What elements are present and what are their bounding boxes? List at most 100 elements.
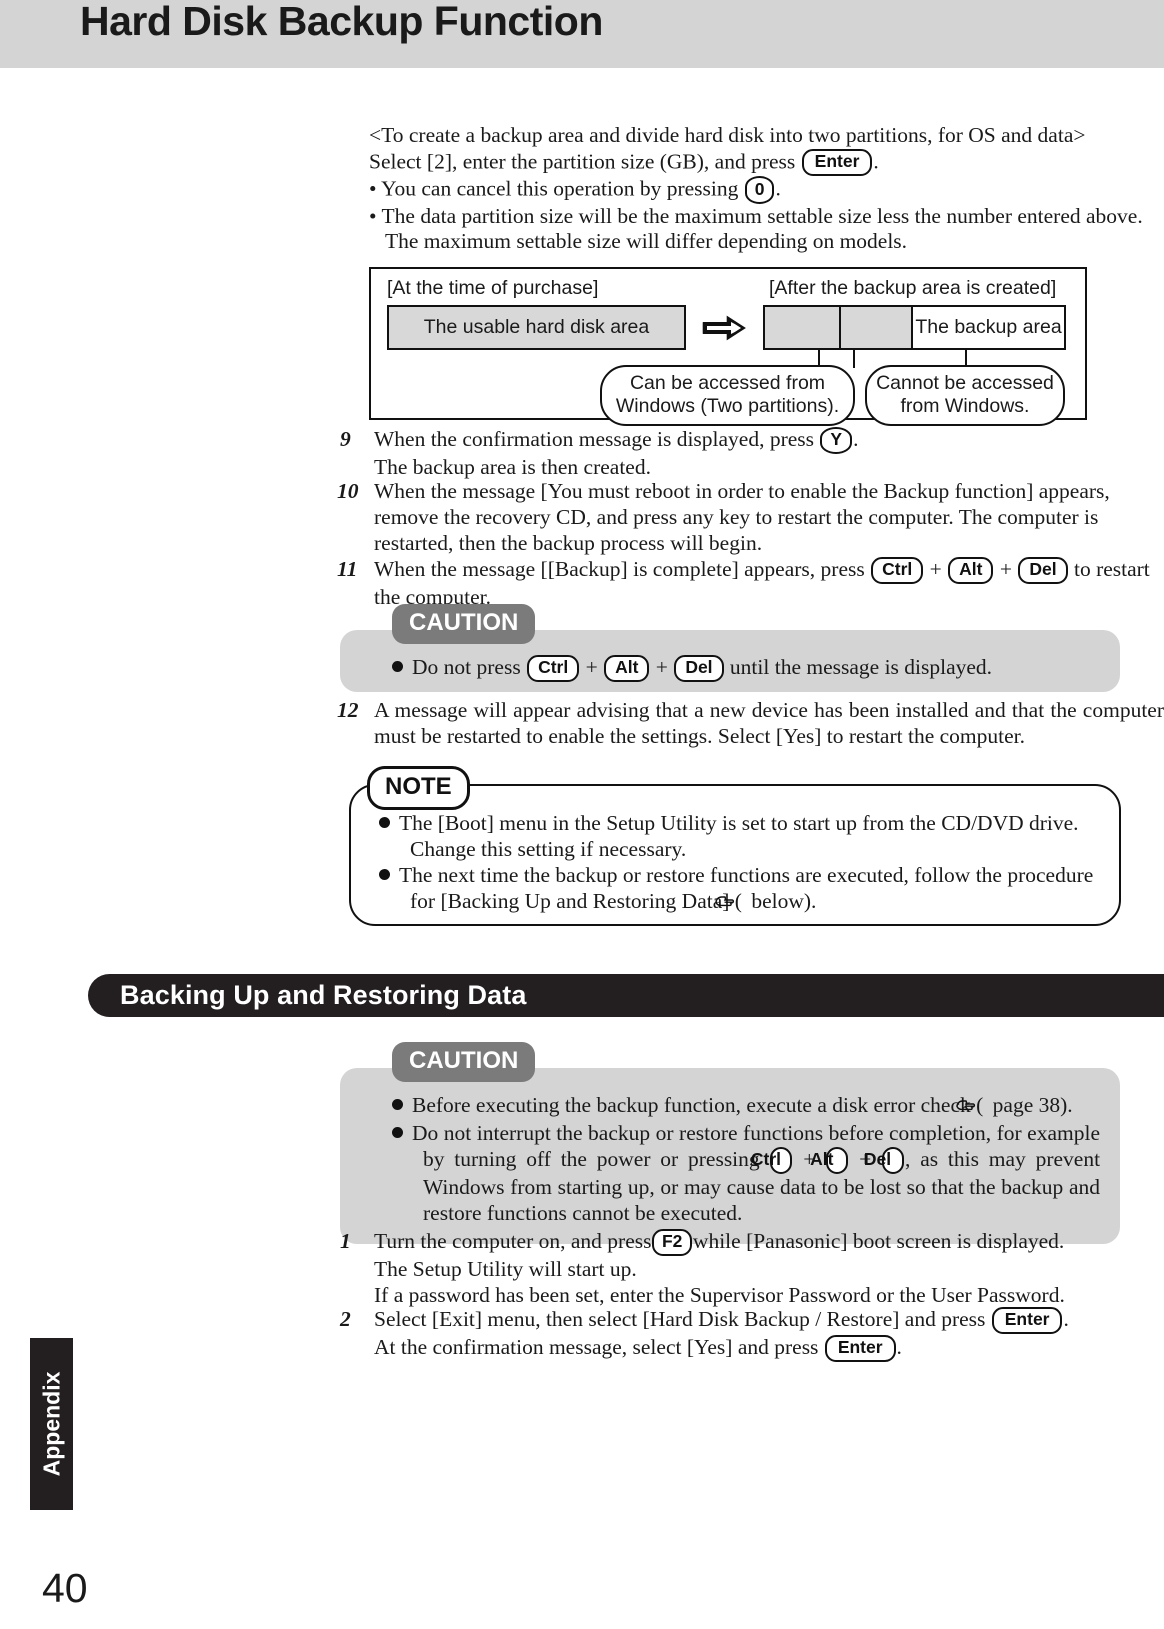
intro-line-1: <To create a backup area and divide hard…	[369, 123, 1086, 147]
step-9-number: 9	[340, 427, 351, 451]
step-9-period: .	[853, 427, 859, 451]
key-del[interactable]: Del	[864, 1146, 905, 1174]
key-zero[interactable]: 0	[744, 176, 775, 204]
plus-sign-1: +	[929, 557, 942, 581]
step-lower-1-line-1: Turn the computer on, and press F2 while […	[374, 1228, 1140, 1256]
step-9: 9 When the confirmation message is displ…	[340, 426, 1140, 480]
step-lower-2-body: Select [Exit] menu, then select [Hard Di…	[340, 1306, 1140, 1362]
step-lower-2-line-2: At the confirmation message, select [Yes…	[374, 1334, 1140, 1362]
callout-accessible-line-1: Can be accessed from	[629, 372, 826, 394]
step-lower-1-line-2: The Setup Utility will start up.	[374, 1257, 637, 1281]
step-10: 10 When the message [You must reboot in …	[337, 478, 1164, 556]
step-lower-1-number: 1	[340, 1229, 351, 1253]
partition-diagram: [At the time of purchase] [After the bac…	[369, 267, 1087, 426]
key-f2[interactable]: F2	[652, 1228, 692, 1256]
step-12-number: 12	[337, 698, 359, 722]
key-alt[interactable]: Alt	[810, 1146, 849, 1174]
callout-not-accessible-line-1: Cannot be accessed	[876, 372, 1054, 394]
intro-line-2-text: Select [2], enter the partition size (GB…	[369, 149, 796, 174]
key-ctrl[interactable]: Ctrl	[871, 556, 924, 584]
step-11-prefix: When the message [[Backup] is complete] …	[374, 557, 865, 581]
key-alt[interactable]: Alt	[604, 654, 650, 682]
caution-2-body: Before executing the backup function, ex…	[340, 1068, 1120, 1244]
key-ctrl[interactable]: Ctrl	[527, 654, 580, 682]
note-bullet-2-tail: below).	[745, 889, 817, 913]
diagram-label-before: [At the time of purchase]	[387, 277, 599, 299]
step-lower-2-suffix: .	[1063, 1307, 1069, 1331]
step-9-body: When the confirmation message is display…	[340, 426, 1140, 480]
key-enter[interactable]: Enter	[991, 1306, 1063, 1334]
step-12-body: A message will appear advising that a ne…	[374, 698, 1164, 748]
bullet-dot-icon	[392, 1127, 403, 1138]
step-lower-2-number: 2	[340, 1307, 351, 1331]
step-lower-1-line-3: If a password has been set, enter the Su…	[374, 1283, 1065, 1307]
appendix-side-tab-label: Appendix	[38, 1371, 64, 1477]
intro-line-2-period: .	[873, 149, 879, 174]
bullet-dot-icon	[379, 869, 390, 880]
intro-block: <To create a backup area and divide hard…	[369, 123, 1143, 255]
diagram-segment-backup-area: The backup area	[913, 307, 1064, 348]
key-enter[interactable]: Enter	[801, 148, 873, 177]
step-lower-2-line-2-suffix: .	[896, 1335, 902, 1359]
intro-bullet-1: • You can cancel this operation by press…	[369, 176, 1129, 204]
note-bullet-1: The [Boot] menu in the Setup Utility is …	[379, 810, 1097, 862]
key-del[interactable]: Del	[1018, 556, 1068, 584]
step-11-suffix: to restart	[1073, 557, 1150, 581]
key-del[interactable]: Del	[674, 654, 724, 682]
leader-line-partition-2	[853, 350, 856, 368]
note-label: NOTE	[367, 766, 470, 810]
diagram-backup-area-label: The backup area	[915, 316, 1062, 338]
step-10-number: 10	[337, 479, 359, 503]
callout-accessible-line-2: Windows (Two partitions).	[615, 395, 840, 417]
note-bullet-1-text: The [Boot] menu in the Setup Utility is …	[399, 811, 1079, 861]
step-11-line-1: When the message [[Backup] is complete] …	[374, 556, 1164, 584]
step-12: 12 A message will appear advising that a…	[337, 697, 1164, 749]
step-9-line-1: When the confirmation message is display…	[374, 426, 1140, 454]
caution-2-bullet-1-suffix: page 38).	[987, 1093, 1073, 1117]
step-lower-2: 2 Select [Exit] menu, then select [Hard …	[340, 1306, 1140, 1362]
section-bar-title: Backing Up and Restoring Data	[120, 980, 527, 1010]
section-bar-backing-up: Backing Up and Restoring Data	[88, 974, 1164, 1017]
step-9-line-2: The backup area is then created.	[374, 455, 651, 479]
intro-line-2: Select [2], enter the partition size (GB…	[369, 148, 1129, 177]
caution-2-bullet-2: Do not interrupt the backup or restore f…	[392, 1120, 1100, 1226]
step-10-body: When the message [You must reboot in ord…	[374, 479, 1110, 555]
step-lower-2-line-2-prefix: At the confirmation message, select [Yes…	[374, 1335, 819, 1359]
caution-1-label: CAUTION	[392, 604, 536, 644]
page-header-bar: Hard Disk Backup Function	[0, 0, 1164, 68]
callout-accessible: Can be accessed from Windows (Two partit…	[600, 365, 855, 426]
page-number: 40	[42, 1565, 88, 1611]
diagram-label-after: [After the backup area is created]	[769, 277, 1057, 299]
step-lower-2-line-1: Select [Exit] menu, then select [Hard Di…	[374, 1306, 1140, 1334]
intro-bullet-2-line-1: • The data partition size will be the ma…	[369, 203, 1143, 228]
diagram-segment-partition-2	[841, 307, 913, 348]
bullet-dot-icon	[392, 661, 403, 672]
bullet-dot-icon	[392, 1099, 403, 1110]
caution-2-label: CAUTION	[392, 1042, 536, 1082]
key-ctrl[interactable]: Ctrl	[751, 1146, 793, 1174]
intro-bullet-1-text: • You can cancel this operation by press…	[369, 176, 739, 201]
plus-sign-2: +	[999, 557, 1012, 581]
step-lower-1-body: Turn the computer on, and press F2 while […	[340, 1228, 1140, 1308]
step-11: 11 When the message [[Backup] is complet…	[337, 556, 1164, 610]
diagram-bar-after-backup: The backup area	[763, 305, 1066, 350]
bullet-dot-icon	[379, 817, 390, 828]
step-11-number: 11	[337, 557, 358, 581]
caution-1-bullet: Do not press Ctrl + Alt + Del until the …	[392, 654, 1100, 682]
step-11-body: When the message [[Backup] is complete] …	[337, 556, 1164, 610]
step-lower-1-suffix: while [Panasonic] boot screen is display…	[692, 1229, 1065, 1253]
callout-not-accessible-line-2: from Windows.	[900, 395, 1030, 417]
caution-2-bullet-1-prefix: Before executing the backup function, ex…	[412, 1093, 984, 1117]
key-y[interactable]: Y	[820, 426, 853, 454]
appendix-side-tab: Appendix	[30, 1338, 73, 1510]
key-alt[interactable]: Alt	[948, 556, 994, 584]
caution-2-bullet-1: Before executing the backup function, ex…	[392, 1092, 1100, 1120]
caution-1-prefix: Do not press	[412, 655, 521, 679]
page-title: Hard Disk Backup Function	[80, 0, 603, 44]
step-lower-1: 1 Turn the computer on, and press F2 while…	[340, 1228, 1140, 1308]
intro-bullet-1-period: .	[775, 176, 781, 201]
step-lower-1-prefix: Turn the computer on, and press	[374, 1229, 652, 1253]
diagram-bar-usable-area: The usable hard disk area	[387, 305, 686, 350]
key-enter[interactable]: Enter	[824, 1334, 896, 1362]
step-lower-2-prefix: Select [Exit] menu, then select [Hard Di…	[374, 1307, 986, 1331]
